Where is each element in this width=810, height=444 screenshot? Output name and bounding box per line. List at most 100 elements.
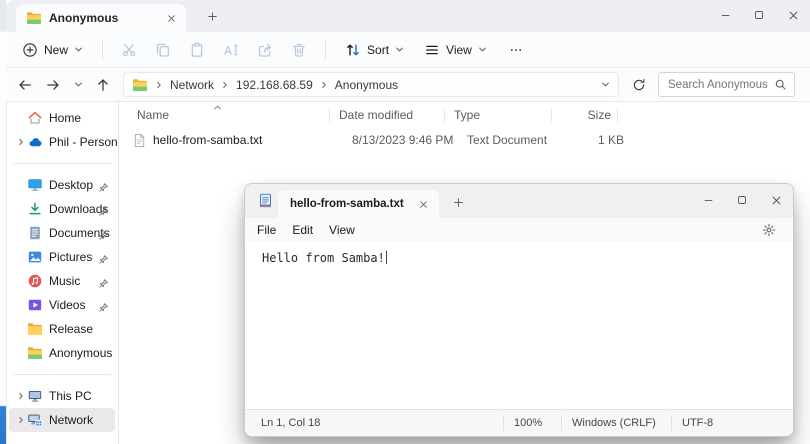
sidebar-item-documents[interactable]: Documents bbox=[9, 221, 115, 245]
menu-file[interactable]: File bbox=[249, 220, 284, 240]
videos-icon bbox=[27, 297, 43, 313]
minimize-button[interactable] bbox=[708, 0, 742, 30]
view-button[interactable]: View bbox=[414, 35, 497, 65]
arrow-right-icon bbox=[45, 77, 61, 93]
plus-icon bbox=[207, 11, 218, 22]
file-row-hello-from-samba-txt[interactable]: hello-from-samba.txt 8/13/2023 9:46 PM Tex… bbox=[119, 128, 810, 152]
downloads-icon bbox=[27, 201, 43, 217]
notepad-menu-bar: File Edit View bbox=[245, 218, 793, 242]
search-box[interactable] bbox=[658, 72, 795, 97]
sidebar-item-pictures[interactable]: Pictures bbox=[9, 245, 115, 269]
breadcrumb-item-anonymous[interactable]: Anonymous bbox=[335, 78, 398, 92]
pin-icon bbox=[98, 276, 109, 294]
sidebar-item-label: Pictures bbox=[49, 250, 93, 264]
sidebar-item-anonymous[interactable]: Anonymous bbox=[9, 341, 115, 365]
notepad-minimize-button[interactable] bbox=[691, 184, 725, 216]
shared-folder-icon bbox=[27, 345, 43, 361]
notepad-new-tab-button[interactable] bbox=[447, 192, 469, 212]
up-button[interactable] bbox=[90, 72, 116, 98]
paste-button[interactable] bbox=[180, 35, 214, 65]
column-header-type[interactable]: Type bbox=[444, 108, 551, 122]
maximize-icon bbox=[737, 195, 747, 205]
delete-icon bbox=[291, 42, 307, 58]
sidebar-item-desktop[interactable]: Desktop bbox=[9, 173, 115, 197]
file-rows: hello-from-samba.txt 8/13/2023 9:46 PM Tex… bbox=[119, 128, 810, 152]
more-icon bbox=[509, 43, 523, 57]
expand-chevron[interactable] bbox=[14, 416, 27, 424]
text-cursor bbox=[385, 251, 387, 264]
refresh-button[interactable] bbox=[626, 72, 652, 98]
breadcrumb-item-192-168-68-59[interactable]: 192.168.68.59 bbox=[236, 78, 313, 92]
new-tab-button[interactable] bbox=[200, 5, 224, 27]
share-button[interactable] bbox=[248, 35, 282, 65]
back-button[interactable] bbox=[12, 72, 38, 98]
column-separator[interactable] bbox=[551, 108, 552, 122]
sidebar-item-release[interactable]: Release bbox=[9, 317, 115, 341]
column-header-date-modified[interactable]: Date modified bbox=[329, 108, 444, 122]
sidebar-divider bbox=[13, 163, 111, 164]
recent-locations-button[interactable] bbox=[68, 72, 88, 98]
column-header-size[interactable]: Size bbox=[551, 108, 617, 122]
explorer-tab-anonymous[interactable]: Anonymous bbox=[16, 4, 186, 32]
pin-icon bbox=[98, 228, 109, 246]
notepad-tab-close-button[interactable] bbox=[414, 195, 432, 213]
new-button[interactable]: New bbox=[12, 35, 93, 65]
sort-button[interactable]: Sort bbox=[335, 35, 414, 65]
chevron-down-icon bbox=[74, 80, 83, 89]
notepad-editor[interactable]: Hello from Samba! bbox=[245, 242, 793, 409]
sidebar-item-label: Videos bbox=[49, 298, 86, 312]
sidebar-item-videos[interactable]: Videos bbox=[9, 293, 115, 317]
explorer-address-bar: Network 192.168.68.59 Anonymous bbox=[6, 68, 810, 102]
notepad-close-button[interactable] bbox=[759, 184, 793, 216]
new-button-label: New bbox=[44, 42, 69, 57]
sidebar-item-network[interactable]: Network bbox=[9, 408, 115, 432]
column-separator[interactable] bbox=[444, 108, 445, 122]
status-encoding: UTF-8 bbox=[671, 415, 793, 431]
folder-icon bbox=[27, 321, 43, 337]
arrow-up-icon bbox=[95, 77, 111, 93]
breadcrumb-item-network[interactable]: Network bbox=[170, 78, 214, 92]
close-icon bbox=[167, 14, 176, 23]
sidebar-item-downloads[interactable]: Downloads bbox=[9, 197, 115, 221]
pin-icon bbox=[98, 230, 109, 241]
sidebar-item-phil-personal[interactable]: Phil - Personal bbox=[9, 130, 118, 154]
paste-icon bbox=[189, 42, 205, 58]
breadcrumb[interactable]: Network 192.168.68.59 Anonymous bbox=[123, 72, 619, 97]
column-separator[interactable] bbox=[329, 108, 330, 122]
settings-button[interactable] bbox=[758, 220, 780, 240]
pin-icon bbox=[98, 180, 109, 198]
notepad-tab[interactable]: hello-from-samba.txt bbox=[278, 190, 439, 218]
pin-icon bbox=[98, 204, 109, 222]
search-input[interactable] bbox=[666, 77, 770, 92]
sidebar: Home Phil - Personal Desktop DownloadsDocum… bbox=[6, 102, 119, 444]
sidebar-item-label: Release bbox=[49, 322, 94, 336]
forward-button[interactable] bbox=[40, 72, 66, 98]
sidebar-item-music[interactable]: Music bbox=[9, 269, 115, 293]
file-size: 1 KB bbox=[597, 133, 624, 147]
copy-button[interactable] bbox=[146, 35, 180, 65]
cut-button[interactable] bbox=[112, 35, 146, 65]
music-icon bbox=[27, 273, 43, 289]
pin-icon bbox=[98, 182, 109, 193]
delete-button[interactable] bbox=[282, 35, 316, 65]
tab-close-button[interactable] bbox=[162, 9, 180, 27]
minimize-icon bbox=[720, 10, 731, 21]
close-button[interactable] bbox=[776, 0, 810, 30]
sidebar-item-this-pc[interactable]: This PC bbox=[9, 384, 115, 408]
maximize-button[interactable] bbox=[742, 0, 776, 30]
expand-chevron[interactable] bbox=[14, 138, 27, 146]
sidebar-item-home[interactable]: Home bbox=[9, 106, 115, 130]
column-separator[interactable] bbox=[617, 108, 618, 122]
chevron-right-icon bbox=[221, 81, 229, 89]
more-options-button[interactable] bbox=[497, 35, 535, 65]
column-header-name[interactable]: Name bbox=[119, 108, 329, 122]
status-line-ending: Windows (CRLF) bbox=[561, 415, 671, 431]
address-dropdown-icon[interactable] bbox=[601, 80, 610, 89]
menu-edit[interactable]: Edit bbox=[284, 220, 321, 240]
expand-chevron[interactable] bbox=[14, 392, 27, 400]
menu-view[interactable]: View bbox=[321, 220, 363, 240]
rename-button[interactable] bbox=[214, 35, 248, 65]
explorer-toolbar: New Sort View bbox=[6, 32, 810, 68]
chevron-right-icon bbox=[155, 81, 163, 89]
notepad-maximize-button[interactable] bbox=[725, 184, 759, 216]
